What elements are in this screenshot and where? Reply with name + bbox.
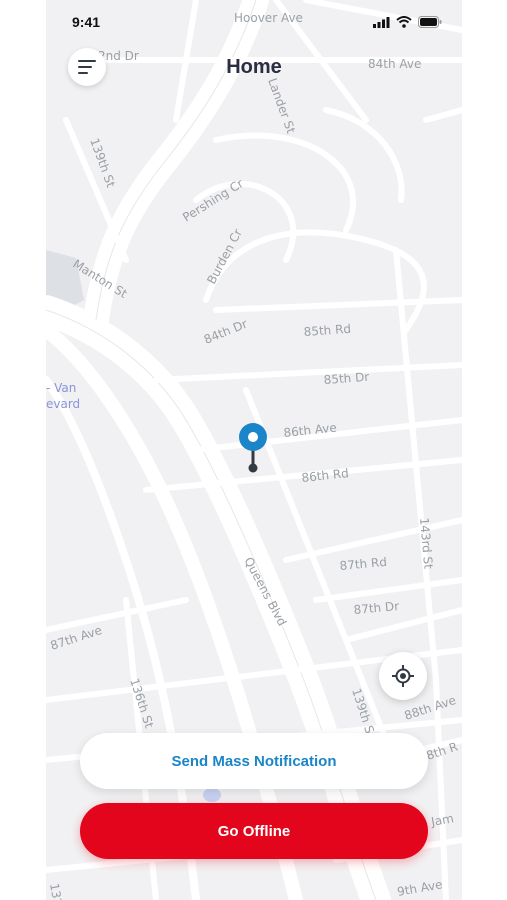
street-label: evard (46, 397, 80, 411)
street-label: - Van (46, 381, 76, 395)
route-shield-icon (203, 788, 221, 802)
status-time: 9:41 (72, 14, 101, 30)
go-offline-button[interactable]: Go Offline (80, 803, 428, 859)
page-title: Home (226, 56, 282, 78)
wifi-icon (396, 16, 412, 28)
crosshair-icon (392, 665, 414, 687)
phone-screen: Hoover Ave 2nd Dr 84th Ave Lander St 139… (46, 0, 462, 900)
locate-me-button[interactable] (379, 652, 427, 700)
send-mass-notification-button[interactable]: Send Mass Notification (80, 733, 428, 789)
street-label: 132 (47, 882, 65, 900)
battery-icon (418, 16, 442, 28)
signal-icon (373, 16, 390, 28)
status-bar: 9:41 (46, 0, 462, 44)
status-icons (373, 16, 442, 28)
